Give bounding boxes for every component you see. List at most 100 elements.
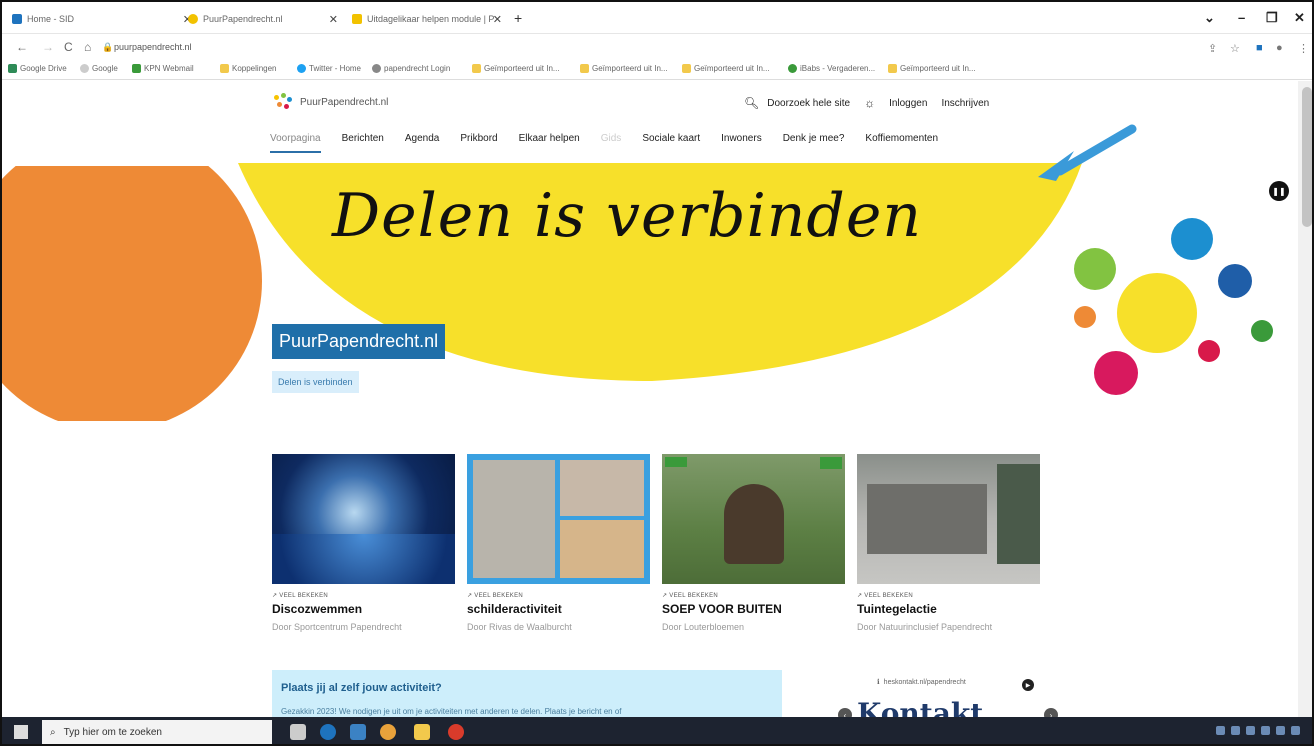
folder-icon xyxy=(888,64,897,73)
nav-gids[interactable]: Gids xyxy=(601,133,622,153)
nav-elkaar-helpen[interactable]: Elkaar helpen xyxy=(519,133,580,153)
nav-koffiemomenten[interactable]: Koffiemomenten xyxy=(865,133,938,153)
bookmark-kpn[interactable]: KPN Webmail xyxy=(132,64,194,73)
scrollbar-thumb[interactable] xyxy=(1302,87,1312,227)
bookmark-koppelingen[interactable]: Koppelingen xyxy=(220,64,276,73)
tab-home-sid[interactable]: Home - SID ✕ xyxy=(12,8,192,30)
dot-yellow xyxy=(1117,273,1197,353)
close-window-button[interactable]: ✕ xyxy=(1294,10,1305,26)
orange-mask-top xyxy=(2,81,302,166)
windows-start-icon[interactable] xyxy=(14,725,28,739)
google-icon xyxy=(80,64,89,73)
logo-dots-icon xyxy=(274,93,292,111)
dot-orange xyxy=(1074,306,1096,328)
nav-denk-je-mee[interactable]: Denk je mee? xyxy=(783,133,845,153)
bookmark-star-icon[interactable]: ☆ xyxy=(1230,42,1240,55)
card-title: SOEP VOOR BUITEN xyxy=(662,602,782,616)
profile-icon[interactable]: ● xyxy=(1276,42,1283,54)
tab-search-icon[interactable]: ⌄ xyxy=(1204,10,1215,26)
extension-icon[interactable]: ■ xyxy=(1256,42,1263,54)
url-field[interactable]: puurpapendrecht.nl xyxy=(114,42,192,52)
carousel-prev-button[interactable]: ‹ xyxy=(838,708,852,717)
cta-title: Plaats jij al zelf jouw activiteit? xyxy=(281,682,442,694)
tray-icon[interactable] xyxy=(1291,726,1300,735)
bookmark-google-drive[interactable]: Google Drive xyxy=(8,64,67,73)
header-actions: 🔍︎ Doorzoek hele site ☼ Inloggen Inschri… xyxy=(744,96,989,110)
file-explorer-icon[interactable] xyxy=(414,724,430,740)
tab-favicon-icon xyxy=(12,14,22,24)
nav-prikbord[interactable]: Prikbord xyxy=(460,133,497,153)
card-schilderactiviteit[interactable]: ↗ VEEL BEKEKEN schilderactiviteit Door R… xyxy=(467,454,650,632)
taskbar-search[interactable]: ⌕ Typ hier om te zoeken xyxy=(42,720,272,744)
tray-icon[interactable] xyxy=(1231,726,1240,735)
bookmark-twitter[interactable]: Twitter - Home xyxy=(297,64,361,73)
carousel-next-button[interactable]: › xyxy=(1044,708,1058,717)
card-tuintegelactie[interactable]: ↗ VEEL BEKEKEN Tuintegelactie Door Natuu… xyxy=(857,454,1040,632)
orange-semicircle xyxy=(2,131,262,431)
sidebar-link[interactable]: ℹ heskontakt.nl/papendrecht xyxy=(877,678,966,687)
bookmark-imported-4[interactable]: Geïmporteerd uit In... xyxy=(888,64,976,73)
nav-sociale-kaart[interactable]: Sociale kaart xyxy=(642,133,700,153)
minimize-button[interactable]: – xyxy=(1238,10,1245,25)
app-icon[interactable] xyxy=(448,724,464,740)
site-logo[interactable]: PuurPapendrecht.nl xyxy=(274,93,388,111)
card-discozwemmen[interactable]: ↗ VEEL BEKEKEN Discozwemmen Door Sportce… xyxy=(272,454,455,632)
bookmark-imported-1[interactable]: Geïmporteerd uit In... xyxy=(472,64,560,73)
close-tab-icon[interactable]: ✕ xyxy=(493,13,502,26)
sidebar-play-button[interactable]: ▶ xyxy=(1022,679,1034,691)
new-tab-button[interactable]: + xyxy=(514,10,522,26)
dot-pink xyxy=(1094,351,1138,395)
menu-icon[interactable]: ⋮ xyxy=(1298,42,1309,55)
bookmark-papendrecht-login[interactable]: papendrecht Login xyxy=(372,64,450,73)
home-button[interactable]: ⌂ xyxy=(84,40,91,54)
bookmark-label: Geïmporteerd uit In... xyxy=(484,64,560,73)
tray-icon[interactable] xyxy=(1276,726,1285,735)
bookmark-imported-2[interactable]: Geïmporteerd uit In... xyxy=(580,64,668,73)
hero-slogan: Delen is verbinden xyxy=(332,181,922,251)
tray-icon[interactable] xyxy=(1261,726,1270,735)
bookmark-ibabs[interactable]: iBabs - Vergaderen... xyxy=(788,64,875,73)
dot-red xyxy=(1198,340,1220,362)
folder-icon xyxy=(682,64,691,73)
tray-icon[interactable] xyxy=(1246,726,1255,735)
close-tab-icon[interactable]: ✕ xyxy=(329,13,338,26)
tab-puurpapendrecht[interactable]: PuurPapendrecht.nl ✕ xyxy=(188,8,338,30)
tab-elkaar-helpen[interactable]: Uitdagelikaar helpen module | P ✕ xyxy=(352,8,502,30)
tray-icon[interactable] xyxy=(1216,726,1225,735)
bookmark-label: Geïmporteerd uit In... xyxy=(592,64,668,73)
screenshot-frame: Home - SID ✕ PuurPapendrecht.nl ✕ Uitdag… xyxy=(0,0,1314,746)
info-icon: ℹ xyxy=(877,679,880,686)
card-author: Door Louterbloemen xyxy=(662,622,745,632)
chrome-icon[interactable] xyxy=(380,724,396,740)
reload-button[interactable]: C xyxy=(64,40,73,54)
nav-voorpagina[interactable]: Voorpagina xyxy=(270,133,321,153)
forward-button[interactable]: → xyxy=(42,40,54,54)
search-icon: ⌕ xyxy=(50,727,56,738)
bookmark-google[interactable]: Google xyxy=(80,64,118,73)
folder-icon xyxy=(580,64,589,73)
store-icon[interactable] xyxy=(350,724,366,740)
nav-berichten[interactable]: Berichten xyxy=(342,133,384,153)
page-scrollbar[interactable] xyxy=(1298,81,1312,717)
kontakt-logo[interactable]: Kontakt xyxy=(857,697,983,717)
task-view-icon[interactable] xyxy=(290,724,306,740)
theme-toggle-icon[interactable]: ☼ xyxy=(864,96,875,110)
site-search[interactable]: 🔍︎ Doorzoek hele site xyxy=(744,96,850,110)
nav-agenda[interactable]: Agenda xyxy=(405,133,439,153)
card-meta-label: VEEL BEKEKEN xyxy=(669,593,719,599)
maximize-button[interactable]: ❐ xyxy=(1266,10,1278,26)
login-link[interactable]: Inloggen xyxy=(889,98,927,109)
hero-title: PuurPapendrecht.nl xyxy=(272,324,446,359)
nav-inwoners[interactable]: Inwoners xyxy=(721,133,762,153)
card-meta: ↗ VEEL BEKEKEN xyxy=(662,592,845,599)
bookmark-imported-3[interactable]: Geïmporteerd uit In... xyxy=(682,64,770,73)
cta-text: Gezakkin 2023! We nodigen je uit om je a… xyxy=(281,707,622,716)
main-navigation: Voorpagina Berichten Agenda Prikbord Elk… xyxy=(270,133,959,153)
ibabs-icon xyxy=(788,64,797,73)
register-link[interactable]: Inschrijven xyxy=(941,98,989,109)
edge-icon[interactable] xyxy=(320,724,336,740)
card-soep-voor-buiten[interactable]: ↗ VEEL BEKEKEN SOEP VOOR BUITEN Door Lou… xyxy=(662,454,845,632)
pause-slideshow-button[interactable]: ❚❚ xyxy=(1269,181,1289,201)
share-icon[interactable]: ⇪ xyxy=(1208,42,1217,55)
back-button[interactable]: ← xyxy=(16,40,28,54)
